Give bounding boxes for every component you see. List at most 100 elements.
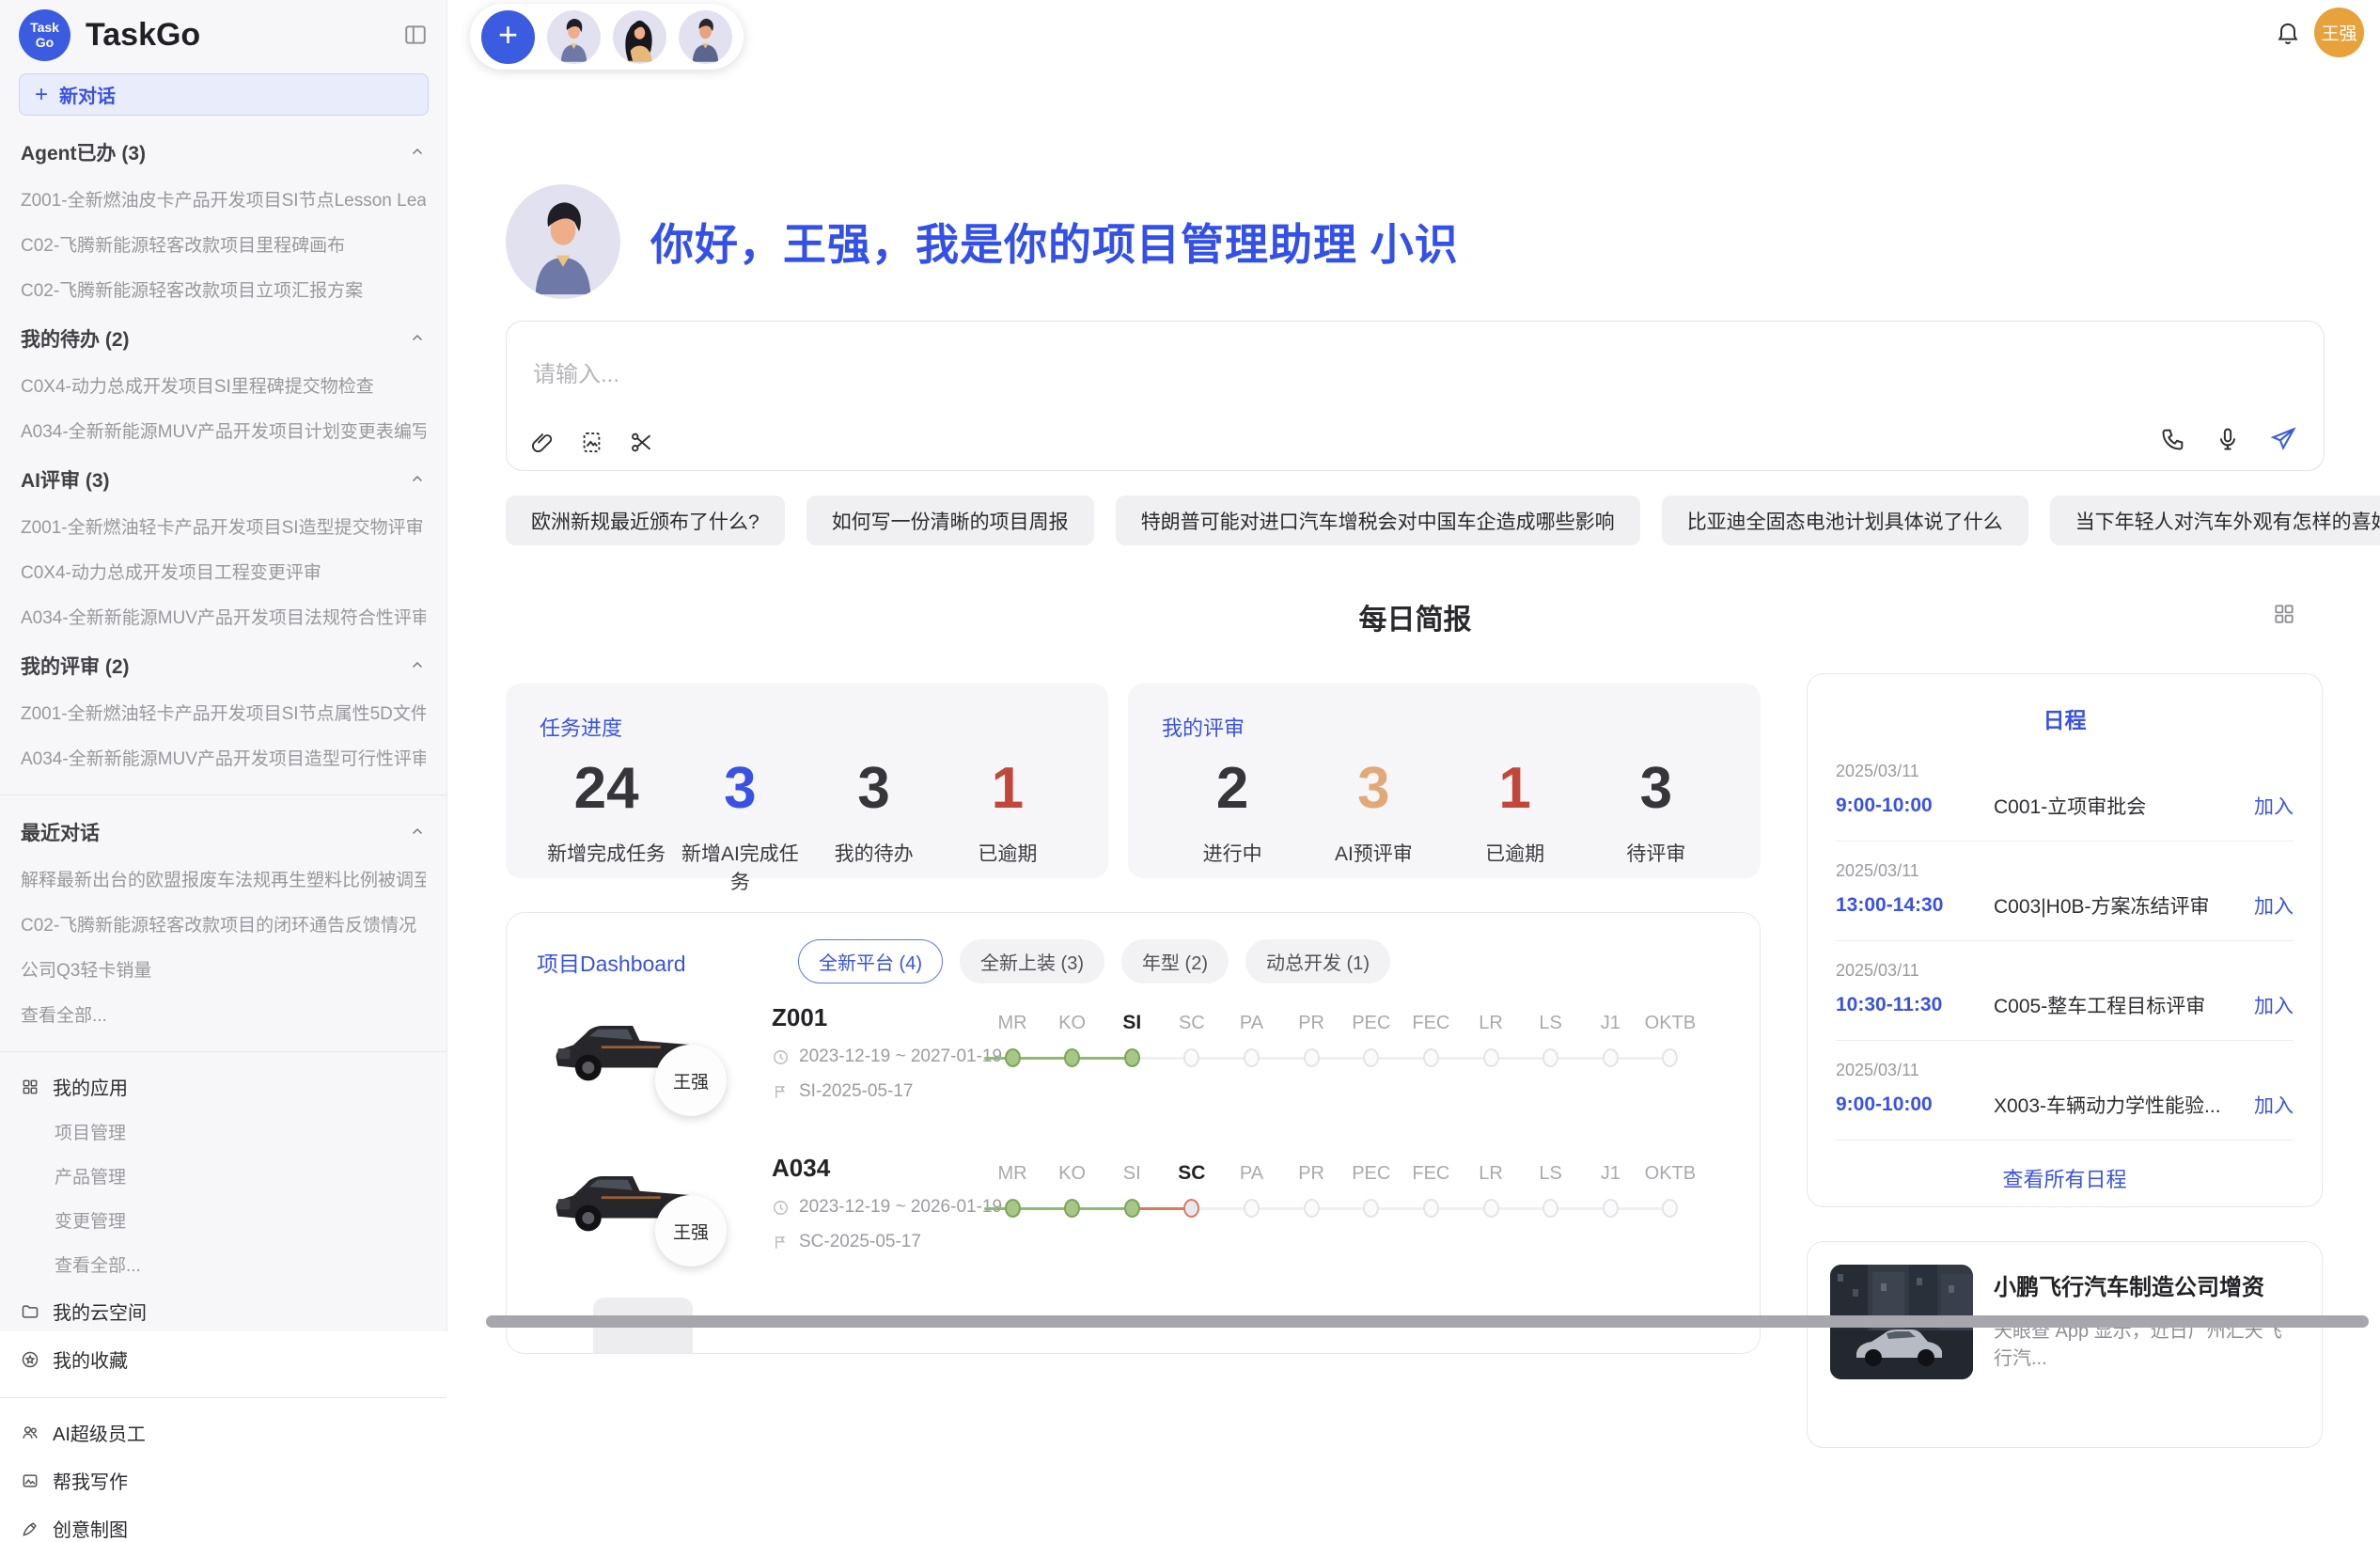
suggestion-chip[interactable]: 比亚迪全固态电池计划具体说了什么 <box>1662 496 2028 545</box>
agent-avatar-1[interactable] <box>547 10 601 64</box>
stat-pending-review: 3 待评审 <box>1586 755 1727 867</box>
app-item-project-mgmt[interactable]: 项目管理 <box>21 1119 426 1144</box>
sidebar-task-item[interactable]: C02-飞腾新能源轻客改款项目里程碑画布 <box>21 231 426 257</box>
milestone-label-pr: PR <box>1283 1159 1339 1188</box>
join-link[interactable]: 加入 <box>2254 891 2294 920</box>
sidebar-item-help-write[interactable]: 帮我写作 <box>21 1467 426 1494</box>
sidebar-item-favorites[interactable]: 我的收藏 <box>21 1345 426 1373</box>
news-card[interactable]: 小鹏飞行汽车制造公司增资 天眼查 App 显示，近日广州汇天飞行汽... <box>1807 1241 2323 1448</box>
app-item-change-mgmt[interactable]: 变更管理 <box>21 1207 426 1233</box>
join-link[interactable]: 加入 <box>2254 991 2294 1019</box>
section-header-ai-review[interactable]: AI评审 (3) <box>21 465 426 494</box>
stat-value: 1 <box>941 755 1074 822</box>
date-range-text: 2023-12-19 ~ 2026-01-19 <box>799 1197 1002 1218</box>
section-header-my-todo[interactable]: 我的待办 (2) <box>21 324 426 353</box>
sidebar-item-my-apps[interactable]: 我的应用 <box>21 1073 426 1100</box>
suggestion-chip[interactable]: 当下年轻人对汽车外观有怎样的喜好趋势 <box>2050 496 2380 545</box>
microphone-icon[interactable] <box>2215 426 2241 452</box>
suggestion-chip[interactable]: 特朗普可能对进口汽车增税会对中国车企造成哪些影响 <box>1116 496 1640 545</box>
chevron-up-icon <box>409 824 426 841</box>
apps-view-all[interactable]: 查看全部... <box>21 1251 426 1277</box>
sidebar-task-item[interactable]: A034-全新新能源MUV产品开发项目法规符合性评审 <box>21 604 426 629</box>
screenshot-scissors-icon[interactable] <box>629 430 654 455</box>
recent-chat-item[interactable]: 公司Q3轻卡销量 <box>21 956 426 982</box>
horizontal-scrollbar[interactable] <box>486 1315 2369 1328</box>
milestone-dot-ls <box>1542 1199 1558 1218</box>
sidebar-item-creative-draw[interactable]: 创意制图 <box>21 1515 426 1542</box>
phone-call-icon[interactable] <box>2160 426 2186 452</box>
image-icon[interactable] <box>579 430 604 455</box>
sidebar-task-item[interactable]: C0X4-动力总成开发项目SI里程碑提交物检查 <box>21 372 426 398</box>
sidebar-task-item[interactable]: Z001-全新燃油轻卡产品开发项目SI节点属性5D文件评审 <box>21 700 426 725</box>
chevron-up-icon <box>409 144 426 161</box>
milestone-fec: FEC <box>1402 1009 1459 1094</box>
milestone-pa: PA <box>1224 1159 1280 1244</box>
milestone-dot-pec <box>1363 1048 1379 1067</box>
milestone-ls: LS <box>1523 1159 1579 1244</box>
add-agent-button[interactable]: + <box>481 10 535 64</box>
schedule-event[interactable]: 2025/03/11 10:30-11:30 C005-整车工程目标评审 加入 <box>1836 941 2294 1041</box>
schedule-event[interactable]: 2025/03/11 13:00-14:30 C003|H0B-方案冻结评审 加… <box>1836 842 2294 941</box>
sidebar-task-item[interactable]: Z001-全新燃油皮卡产品开发项目SI节点Lesson Learn报告 <box>21 186 426 212</box>
milestone-sc: SC <box>1164 1159 1220 1244</box>
clock-icon <box>772 1199 790 1217</box>
project-row-a034[interactable]: 王强 A034 2023-12-19 ~ 2026-01-19 SC-2025-… <box>535 1148 1733 1284</box>
app-item-product-mgmt[interactable]: 产品管理 <box>21 1163 426 1188</box>
composer[interactable]: 请输入... <box>506 321 2325 471</box>
suggestion-chip[interactable]: 如何写一份清晰的项目周报 <box>806 496 1094 545</box>
event-time: 13:00-14:30 <box>1836 894 1994 917</box>
milestone-dot-j1 <box>1603 1048 1619 1067</box>
milestone-dot-si <box>1124 1199 1140 1218</box>
sidebar-task-item[interactable]: Z001-全新燃油轻卡产品开发项目SI造型提交物评审 <box>21 513 426 539</box>
sidebar-item-ai-staff[interactable]: AI超级员工 <box>21 1419 426 1446</box>
tab-model-year[interactable]: 年型 (2) <box>1121 939 1229 983</box>
tab-new-body[interactable]: 全新上装 (3) <box>960 939 1104 983</box>
recent-chats-view-all[interactable]: 查看全部... <box>21 1001 426 1027</box>
sidebar-task-item[interactable]: A034-全新新能源MUV产品开发项目计划变更表编写 <box>21 417 426 443</box>
tab-powertrain[interactable]: 动总开发 (1) <box>1245 939 1390 983</box>
schedule-event[interactable]: 2025/03/11 9:00-10:00 C001-立项审批会 加入 <box>1836 742 2294 842</box>
composer-placeholder: 请输入... <box>533 355 619 388</box>
new-chat-button[interactable]: + 新对话 <box>19 73 429 116</box>
stat-value: 24 <box>540 755 673 822</box>
milestone-sc: SC <box>1164 1009 1220 1094</box>
briefing-layout-icon[interactable] <box>2272 602 2296 626</box>
milestone-label-ko: KO <box>1044 1159 1101 1188</box>
app-title: TaskGo <box>86 17 200 54</box>
sidebar-task-item[interactable]: C0X4-动力总成开发项目工程变更评审 <box>21 559 426 584</box>
milestone-label-oktb: OKTB <box>1642 1009 1699 1037</box>
agent-avatar-3[interactable] <box>679 10 732 64</box>
project-code: A034 <box>772 1154 1002 1183</box>
event-title: C003|H0B-方案冻结评审 <box>1994 891 2254 920</box>
suggestion-chip[interactable]: 欧洲新规最近颁布了什么? <box>506 496 785 545</box>
event-date: 2025/03/11 <box>1836 762 2294 781</box>
schedule-event[interactable]: 2025/03/11 9:00-10:00 X003-车辆动力学性能验... 加… <box>1836 1041 2294 1141</box>
join-link[interactable]: 加入 <box>2254 1091 2294 1119</box>
attach-icon[interactable] <box>529 430 555 455</box>
join-link[interactable]: 加入 <box>2254 792 2294 820</box>
sidebar-task-item[interactable]: A034-全新新能源MUV产品开发项目造型可行性评审 <box>21 745 426 770</box>
user-avatar[interactable]: 王强 <box>2314 8 2364 57</box>
new-chat-label: 新对话 <box>59 81 116 108</box>
section-header-agent-done[interactable]: Agent已办 (3) <box>21 138 426 166</box>
view-all-schedule-link[interactable]: 查看所有日程 <box>1808 1163 2322 1193</box>
section-title: 我的待办 (2) <box>21 324 130 353</box>
stat-label: 已逾期 <box>941 839 1074 867</box>
milestone-label-mr: MR <box>984 1159 1041 1188</box>
recent-chat-item[interactable]: 解释最新出台的欧盟报废车法规再生塑料比例被调至15%... <box>21 866 426 891</box>
milestone-timeline: MRKOSISCPAPRPECFECLRLSJ1OKTB <box>984 1159 1699 1244</box>
event-date: 2025/03/11 <box>1836 961 2294 981</box>
milestone-dot-lr <box>1483 1199 1499 1218</box>
milestone-pr: PR <box>1283 1009 1339 1094</box>
notifications-bell-icon[interactable] <box>2275 19 2301 45</box>
sidebar-task-item[interactable]: C02-飞腾新能源轻客改款项目立项汇报方案 <box>21 276 426 302</box>
send-icon[interactable] <box>2269 425 2297 453</box>
sidebar-item-cloud-space[interactable]: 我的云空间 <box>21 1298 426 1325</box>
project-row-z001[interactable]: 王强 Z001 2023-12-19 ~ 2027-01-19 SI-2025-… <box>535 998 1733 1134</box>
recent-chat-item[interactable]: C02-飞腾新能源轻客改款项目的闭环通告反馈情况 <box>21 911 426 936</box>
tab-new-platform[interactable]: 全新平台 (4) <box>798 939 943 983</box>
sidebar-collapse-icon[interactable] <box>403 23 428 47</box>
section-header-my-review[interactable]: 我的评审 (2) <box>21 652 426 680</box>
agent-avatar-2[interactable] <box>613 10 666 64</box>
section-header-recent-chats[interactable]: 最近对话 <box>21 818 426 846</box>
